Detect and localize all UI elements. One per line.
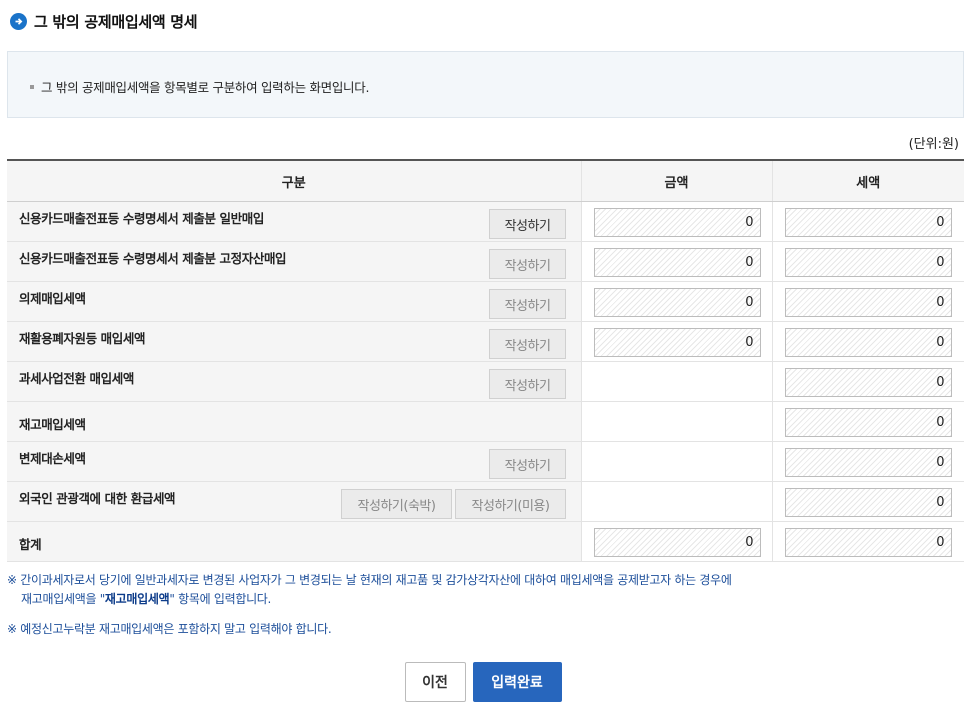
table-row: 의제매입세액 작성하기 0 0 (7, 281, 964, 322)
row-label: 합계 (19, 537, 42, 552)
row-label: 신용카드매출전표등 수령명세서 제출분 일반매입 (19, 211, 264, 226)
row-label: 외국인 관광객에 대한 환급세액 (19, 491, 176, 506)
tax-cell: 0 (771, 201, 964, 242)
table-row: 재고매입세액 0 (7, 401, 964, 442)
complete-button[interactable]: 입력완료 (472, 662, 562, 702)
info-box: 그 밖의 공제매입세액을 항목별로 구분하여 입력하는 화면입니다. (7, 51, 964, 118)
amount-cell: 0 (580, 241, 772, 282)
amount-field: 0 (593, 288, 761, 317)
write-button[interactable]: 작성하기 (489, 209, 566, 239)
section-title: 그 밖의 공제매입세액 명세 (10, 11, 198, 32)
arrow-right-circle-icon (10, 13, 27, 30)
tax-cell: 0 (771, 321, 964, 362)
row-label-cell: 재고매입세액 (7, 401, 581, 442)
tax-cell: 0 (771, 241, 964, 282)
amount-field: 0 (593, 328, 761, 357)
table-header-row: 구분 금액 세액 (7, 159, 964, 202)
table-row: 재활용폐자원등 매입세액 작성하기 0 0 (7, 321, 964, 362)
note-1b-bold: 재고매입세액 (104, 592, 170, 606)
row-label: 과세사업전환 매입세액 (19, 371, 134, 386)
tax-field: 0 (784, 488, 952, 517)
write-lodging-button[interactable]: 작성하기(숙박) (341, 489, 452, 519)
note-2: ※ 예정신고누락분 재고매입세액은 포함하지 말고 입력해야 합니다. (7, 622, 332, 636)
row-label: 재활용폐자원등 매입세액 (19, 331, 146, 346)
tax-cell: 0 (771, 441, 964, 482)
prev-button[interactable]: 이전 (404, 662, 466, 702)
write-beauty-button[interactable]: 작성하기(미용) (455, 489, 566, 519)
table-row: 외국인 관광객에 대한 환급세액 작성하기(숙박) 작성하기(미용) 0 (7, 481, 964, 522)
bullet-icon (30, 84, 34, 89)
amount-cell: 0 (580, 281, 772, 322)
tax-field: 0 (784, 448, 952, 477)
unit-label: (단위:원) (908, 137, 959, 152)
tax-field: 0 (784, 368, 952, 397)
info-line: 그 밖의 공제매입세액을 항목별로 구분하여 입력하는 화면입니다. (30, 77, 369, 96)
action-bar: 이전 입력완료 (0, 662, 966, 702)
amount-cell-empty (580, 441, 772, 482)
amount-cell-empty (580, 401, 772, 442)
table-row: 신용카드매출전표등 수령명세서 제출분 일반매입 작성하기 0 0 (7, 201, 964, 242)
amount-cell-empty (580, 361, 772, 402)
table-row: 과세사업전환 매입세액 작성하기 0 (7, 361, 964, 402)
amount-field: 0 (593, 208, 761, 237)
tax-field: 0 (784, 208, 952, 237)
row-label-cell: 재활용폐자원등 매입세액 작성하기 (7, 321, 581, 362)
row-label-cell: 신용카드매출전표등 수령명세서 제출분 일반매입 작성하기 (7, 201, 581, 242)
note-1a: ※ 간이과세자로서 당기에 일반과세자로 변경된 사업자가 그 변경되는 날 현… (7, 573, 732, 587)
tax-field: 0 (784, 408, 952, 437)
tax-cell: 0 (771, 281, 964, 322)
row-label: 재고매입세액 (19, 417, 86, 432)
row-label-cell: 합계 (7, 521, 581, 562)
tax-field: 0 (784, 328, 952, 357)
table-row: 변제대손세액 작성하기 0 (7, 441, 964, 482)
amount-cell: 0 (580, 321, 772, 362)
deduction-table: 구분 금액 세액 신용카드매출전표등 수령명세서 제출분 일반매입 작성하기 0… (7, 159, 964, 562)
amount-cell: 0 (580, 201, 772, 242)
row-label-cell: 외국인 관광객에 대한 환급세액 작성하기(숙박) 작성하기(미용) (7, 481, 581, 522)
row-label-cell: 과세사업전환 매입세액 작성하기 (7, 361, 581, 402)
row-label-cell: 변제대손세액 작성하기 (7, 441, 581, 482)
amount-cell-empty (580, 481, 772, 522)
note-1b: 재고매입세액을 "재고매입세액" 항목에 입력합니다. (21, 590, 271, 607)
amount-field: 0 (593, 248, 761, 277)
description-text: 그 밖의 공제매입세액을 항목별로 구분하여 입력하는 화면입니다. (41, 80, 370, 95)
row-label: 신용카드매출전표등 수령명세서 제출분 고정자산매입 (19, 251, 287, 266)
tax-cell: 0 (771, 361, 964, 402)
note-1b-post: " 항목에 입력합니다. (169, 592, 272, 606)
row-label-cell: 의제매입세액 작성하기 (7, 281, 581, 322)
tax-field: 0 (784, 248, 952, 277)
row-label: 변제대손세액 (19, 451, 86, 466)
tax-field: 0 (784, 288, 952, 317)
page: 그 밖의 공제매입세액 명세 그 밖의 공제매입세액을 항목별로 구분하여 입력… (0, 0, 966, 720)
write-button[interactable]: 작성하기 (489, 289, 566, 319)
write-button[interactable]: 작성하기 (489, 249, 566, 279)
table-row-total: 합계 0 0 (7, 521, 964, 562)
col-header-category: 구분 (7, 159, 581, 202)
write-button[interactable]: 작성하기 (489, 329, 566, 359)
tax-cell: 0 (771, 521, 964, 562)
col-header-amount: 금액 (580, 159, 772, 202)
write-button[interactable]: 작성하기 (489, 369, 566, 399)
col-header-tax: 세액 (771, 159, 964, 202)
row-label: 의제매입세액 (19, 291, 86, 306)
page-title: 그 밖의 공제매입세액 명세 (34, 13, 198, 31)
total-amount-field: 0 (593, 528, 761, 557)
tax-cell: 0 (771, 401, 964, 442)
tax-cell: 0 (771, 481, 964, 522)
amount-cell: 0 (580, 521, 772, 562)
row-label-cell: 신용카드매출전표등 수령명세서 제출분 고정자산매입 작성하기 (7, 241, 581, 282)
table-row: 신용카드매출전표등 수령명세서 제출분 고정자산매입 작성하기 0 0 (7, 241, 964, 282)
note-1b-pre: 재고매입세액을 " (21, 592, 105, 606)
write-button[interactable]: 작성하기 (489, 449, 566, 479)
total-tax-field: 0 (784, 528, 952, 557)
